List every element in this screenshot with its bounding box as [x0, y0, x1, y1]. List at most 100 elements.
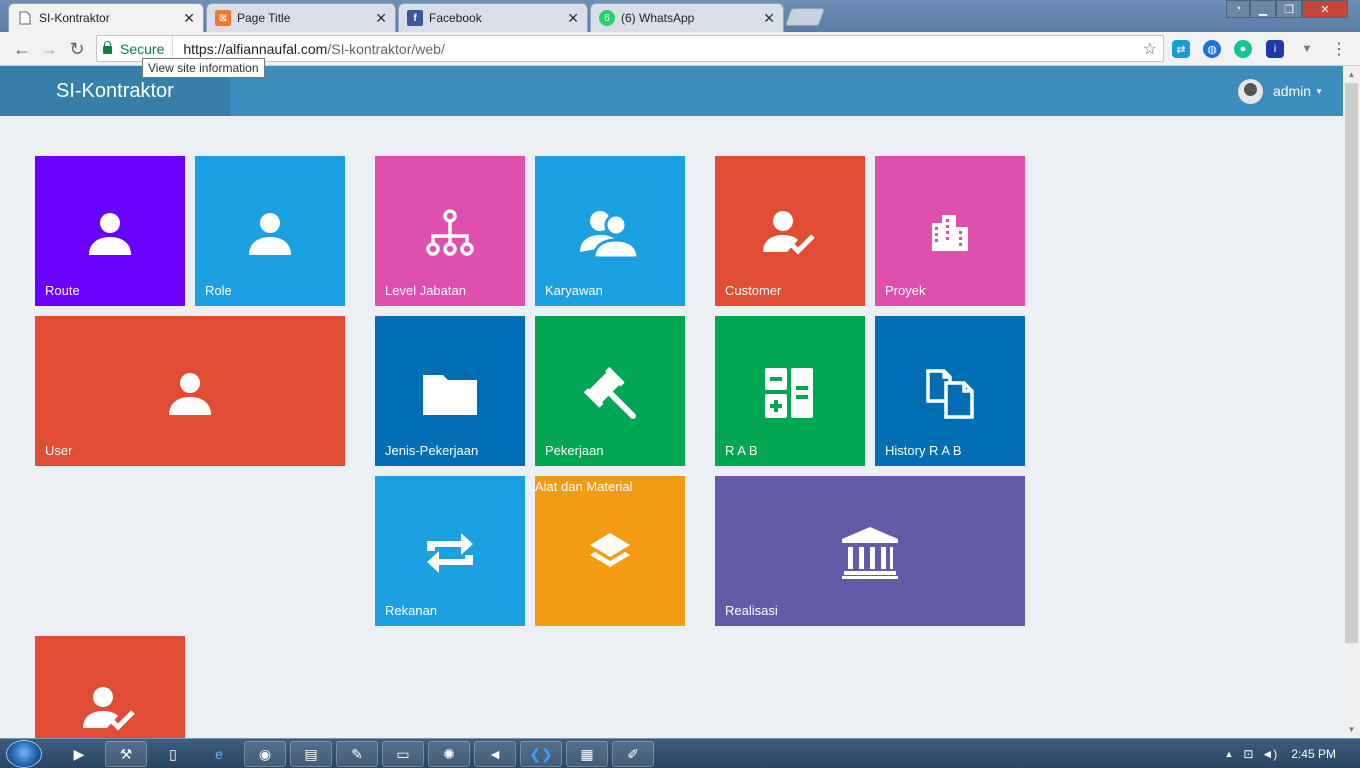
vscode-icon[interactable]: ❮❯	[520, 741, 562, 767]
menu-icon[interactable]: ⋮	[1330, 40, 1348, 58]
clock[interactable]: 2:45 PM	[1281, 747, 1360, 761]
close-icon[interactable]: ✕	[183, 10, 195, 27]
internet-explorer-icon[interactable]: e	[198, 741, 240, 767]
user-check-icon	[715, 206, 865, 260]
tile-customer-2[interactable]	[35, 636, 185, 738]
tab-title: (6) WhatsApp	[621, 11, 695, 25]
forward-button[interactable]: →	[37, 37, 61, 61]
user-check-icon	[35, 682, 185, 736]
close-icon[interactable]: ✕	[567, 10, 579, 27]
reload-button[interactable]: ↻	[65, 37, 89, 61]
bookmark-star-icon[interactable]: ☆	[1143, 39, 1157, 59]
scroll-thumb[interactable]	[1345, 83, 1358, 643]
tab-facebook[interactable]: f Facebook ✕	[398, 3, 588, 32]
tile-realisasi[interactable]: Realisasi	[715, 476, 1025, 626]
tile-label: History R A B	[885, 443, 962, 458]
tile-label: Level Jabatan	[385, 283, 466, 298]
media-player-icon[interactable]: ▶	[58, 741, 100, 767]
facebook-icon: f	[407, 10, 423, 26]
user-menu[interactable]: admin ▼	[1237, 66, 1323, 116]
caret-down-icon: ▼	[1315, 86, 1323, 96]
profile-icon[interactable]: ◔	[1226, 0, 1250, 18]
tile-label: Jenis-Pekerjaan	[385, 443, 479, 458]
tile-label: Karyawan	[545, 283, 603, 298]
tile-proyek[interactable]: Proyek	[875, 156, 1025, 306]
paint-icon[interactable]: ✐	[612, 741, 654, 767]
minimize-button[interactable]: ▁	[1250, 0, 1276, 18]
new-tab-button[interactable]	[784, 8, 826, 26]
tile-history-rab[interactable]: History R A B	[875, 316, 1025, 466]
lock-icon	[103, 40, 112, 54]
chrome-icon[interactable]: ◉	[244, 741, 286, 767]
close-icon[interactable]: ✕	[375, 10, 387, 27]
extension-grammarly-icon[interactable]: ●	[1234, 40, 1252, 58]
user-icon	[35, 206, 185, 260]
retweet-icon	[375, 526, 525, 580]
url-host: https://alfiannaufal.com	[183, 40, 328, 57]
network-app-icon[interactable]: ✺	[428, 741, 470, 767]
calculator-icon	[715, 366, 865, 420]
tile-level-jabatan[interactable]: Level Jabatan	[375, 156, 525, 306]
tab-title: SI-Kontraktor	[39, 11, 110, 25]
url-text: https://alfiannaufal.com/SI-kontraktor/w…	[173, 41, 444, 57]
extension-translate-icon[interactable]: ⇄	[1172, 40, 1190, 58]
user-icon	[35, 366, 345, 420]
tray-expand-icon[interactable]: ▲	[1224, 749, 1233, 759]
page-icon	[17, 10, 33, 26]
url-path: /SI-kontraktor/web/	[327, 40, 445, 57]
site-info-tooltip: View site information	[142, 58, 265, 78]
tools-icon[interactable]: ⚒	[105, 741, 147, 767]
browser-tabstrip: SI-Kontraktor ✕ ⊠ Page Title ✕ f Faceboo…	[0, 0, 1360, 32]
user-name: admin	[1272, 83, 1312, 99]
tile-jenis-pekerjaan[interactable]: Jenis-Pekerjaan	[375, 316, 525, 466]
back-button[interactable]: ←	[10, 37, 34, 61]
bank-icon	[715, 526, 1025, 580]
tab-title: Page Title	[237, 11, 291, 25]
winrar-icon[interactable]: ▦	[566, 741, 608, 767]
tile-user[interactable]: User	[35, 316, 345, 466]
tile-pekerjaan[interactable]: Pekerjaan	[535, 316, 685, 466]
tab-whatsapp[interactable]: 6 (6) WhatsApp ✕	[590, 3, 784, 32]
tab-page-title[interactable]: ⊠ Page Title ✕	[206, 3, 396, 32]
user-icon	[195, 206, 345, 260]
tile-label: Route	[45, 283, 80, 298]
notepad-icon[interactable]: ▤	[290, 741, 332, 767]
users-icon	[535, 206, 685, 260]
tab-si-kontraktor[interactable]: SI-Kontraktor ✕	[8, 3, 204, 32]
close-icon[interactable]: ✕	[763, 10, 775, 27]
copy-icon	[875, 366, 1025, 420]
tile-label: Rekanan	[385, 603, 438, 618]
tile-karyawan[interactable]: Karyawan	[535, 156, 685, 306]
tile-alat-dan-material[interactable]: Alat dan Material	[535, 476, 685, 626]
taskbar: ▶ ⚒ ▯ e ◉ ▤ ✎ ▭ ✺ ◄ ❮❯ ▦ ✐ ▲ ⊡ ◄) 2:45 P…	[0, 738, 1360, 768]
maximize-button[interactable]: ❐	[1276, 0, 1302, 18]
close-window-button[interactable]: ✕	[1302, 0, 1348, 18]
extension-info-icon[interactable]: i	[1266, 40, 1284, 58]
app-icon[interactable]: ✎	[336, 741, 378, 767]
scroll-up-arrow[interactable]: ▲	[1343, 66, 1360, 83]
device-icon[interactable]: ▯	[152, 741, 194, 767]
page-scrollbar[interactable]: ▲ ▼	[1343, 66, 1360, 738]
tile-rekanan[interactable]: Rekanan	[375, 476, 525, 626]
scroll-down-arrow[interactable]: ▼	[1343, 721, 1360, 738]
explorer-icon[interactable]: ▭	[382, 741, 424, 767]
tile-rab[interactable]: R A B	[715, 316, 865, 466]
tile-role[interactable]: Role	[195, 156, 345, 306]
tile-label: Customer	[725, 283, 782, 298]
volume-icon[interactable]: ◄)	[1261, 747, 1277, 761]
extension-vue-icon[interactable]: ▼	[1298, 40, 1316, 58]
network-icon[interactable]: ⊡	[1243, 747, 1253, 761]
tile-label: Pekerjaan	[545, 443, 604, 458]
start-button[interactable]	[6, 740, 42, 768]
tile-label: Role	[205, 283, 232, 298]
extension-globe-icon[interactable]: ◍	[1203, 40, 1221, 58]
tab-title: Facebook	[429, 11, 482, 25]
tile-label: R A B	[725, 443, 758, 458]
avatar	[1237, 78, 1263, 104]
tile-label: User	[45, 443, 73, 458]
gavel-icon	[535, 366, 685, 420]
tile-label: Realisasi	[725, 603, 778, 618]
tile-route[interactable]: Route	[35, 156, 185, 306]
speaker-app-icon[interactable]: ◄	[474, 741, 516, 767]
tile-customer[interactable]: Customer	[715, 156, 865, 306]
